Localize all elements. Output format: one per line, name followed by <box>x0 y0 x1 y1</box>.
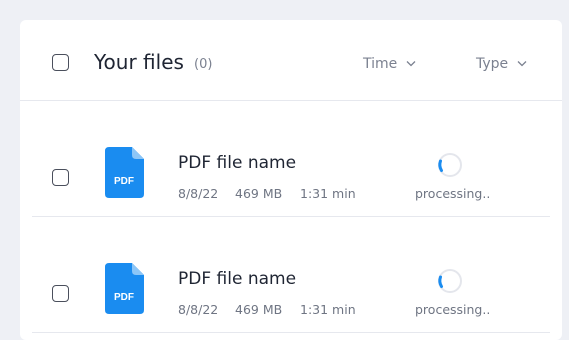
sort-type-dropdown[interactable]: Type <box>476 56 527 72</box>
status-label: processing.. <box>415 186 491 201</box>
select-all-checkbox[interactable] <box>52 54 69 71</box>
chevron-down-icon <box>406 59 416 70</box>
file-name: PDF file name <box>178 153 297 173</box>
file-duration: 1:31 min <box>300 186 356 201</box>
files-panel: Your files (0) Time Type PDF PDF file na… <box>20 20 562 340</box>
file-row[interactable]: PDF PDF file name 8/8/22 469 MB 1:31 min… <box>32 100 550 217</box>
pdf-icon-label: PDF <box>114 292 134 303</box>
sort-type-label: Type <box>476 56 509 72</box>
loading-spinner-icon <box>436 267 464 295</box>
file-name: PDF file name <box>178 269 297 289</box>
file-date: 8/8/22 <box>178 302 219 317</box>
files-header: Your files (0) Time Type <box>20 20 562 101</box>
file-duration: 1:31 min <box>300 302 356 317</box>
status-label: processing.. <box>415 302 491 317</box>
file-row[interactable]: PDF PDF file name 8/8/22 469 MB 1:31 min… <box>32 216 550 333</box>
file-count: (0) <box>194 57 213 72</box>
pdf-icon[interactable]: PDF <box>105 263 144 314</box>
chevron-down-icon <box>517 59 527 70</box>
loading-spinner-icon <box>436 151 464 179</box>
sort-time-label: Time <box>363 56 398 72</box>
file-checkbox[interactable] <box>52 169 69 186</box>
file-checkbox[interactable] <box>52 285 69 302</box>
pdf-icon[interactable]: PDF <box>105 147 144 198</box>
file-size: 469 MB <box>235 302 283 317</box>
file-size: 469 MB <box>235 186 283 201</box>
file-date: 8/8/22 <box>178 186 219 201</box>
pdf-icon-label: PDF <box>114 176 134 187</box>
page-title: Your files <box>94 50 184 74</box>
sort-time-dropdown[interactable]: Time <box>363 56 416 72</box>
